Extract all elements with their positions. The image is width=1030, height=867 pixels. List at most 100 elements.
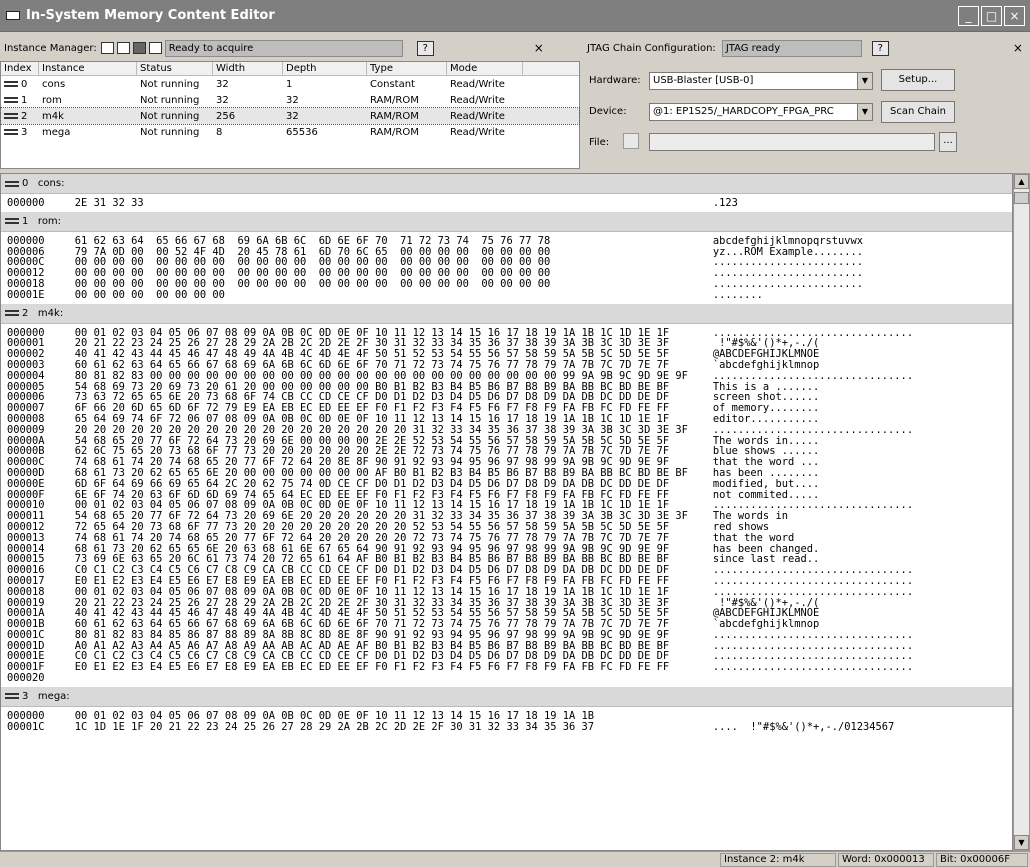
ascii-values[interactable]: [713, 673, 1012, 684]
instance-table-header: Index Instance Status Width Depth Type M…: [1, 62, 579, 76]
column-header[interactable]: Mode: [447, 62, 523, 75]
hex-values[interactable]: E0 E1 E2 E3 E4 E5 E6 E7 E8 E9 EA EB EC E…: [75, 662, 713, 673]
scroll-up-icon[interactable]: ▲: [1014, 174, 1029, 189]
chain-icon: [4, 128, 18, 135]
hex-values[interactable]: 6D 6F 64 69 66 69 65 64 2C 20 62 75 74 0…: [75, 478, 713, 490]
read-icon[interactable]: [100, 42, 114, 54]
app-icon: [6, 11, 20, 20]
hex-line[interactable]: 000020: [7, 673, 1012, 684]
instance-manager-header: Instance Manager: Ready to acquire ? ×: [4, 38, 580, 58]
address: 000004: [7, 369, 45, 382]
hex-values[interactable]: 74 68 61 74 20 74 68 65 20 77 6F 72 64 2…: [75, 532, 713, 544]
column-header[interactable]: Index: [1, 62, 39, 75]
hex-values[interactable]: 80 81 82 83 00 00 00 00 00 00 00 00 00 0…: [75, 370, 713, 382]
ascii-values[interactable]: abcdefghijklmnopqrstuvwx: [713, 235, 1012, 247]
chain-icon: [5, 693, 19, 700]
address: 000000: [7, 234, 45, 247]
row-instance: cons: [42, 78, 66, 90]
row-index: 3: [21, 126, 28, 138]
table-row-selected[interactable]: 2 m4k Not running 256 32 RAM/ROM Read/Wr…: [0, 107, 580, 125]
browse-button[interactable]: ...: [939, 132, 957, 152]
maximize-button[interactable]: □: [981, 6, 1002, 26]
status-bar: Instance 2: m4k Word: 0x000013 Bit: 0x00…: [0, 851, 1030, 867]
status-word: Word: 0x000013: [838, 853, 934, 867]
column-header[interactable]: Depth: [283, 62, 367, 75]
hex-values[interactable]: 1C 1D 1E 1F 20 21 22 23 24 25 26 27 28 2…: [75, 721, 713, 733]
hex-values[interactable]: 00 01 02 03 04 05 06 07 08 09 0A 0B 0C 0…: [75, 586, 713, 598]
ascii-values[interactable]: ................................: [713, 586, 1012, 598]
scan-chain-button[interactable]: Scan Chain: [881, 101, 955, 123]
hex-values[interactable]: 2E 31 32 33: [75, 198, 713, 209]
scroll-down-icon[interactable]: ▼: [1014, 835, 1029, 850]
hex-values[interactable]: 61 62 63 64 65 66 67 68 69 6A 6B 6C 6D 6…: [75, 235, 713, 247]
hex-values[interactable]: 00 00 00 00 00 00 00 00: [75, 289, 713, 301]
table-row[interactable]: 0 cons Not running 32 1 Constant Read/Wr…: [1, 76, 579, 92]
jtag-help-icon[interactable]: ?: [871, 40, 889, 56]
vertical-scrollbar[interactable]: ▲ ▼: [1013, 173, 1030, 851]
hex-values[interactable]: [75, 673, 713, 684]
hex-block[interactable]: 000000 00 01 02 03 04 05 06 07 08 09 0A 0…: [1, 707, 1012, 736]
hex-block[interactable]: 000000 2E 31 32 33.123: [1, 194, 1012, 212]
hex-line[interactable]: 000009 20 20 20 20 20 20 20 20 20 20 20 2…: [7, 424, 1012, 436]
hex-line[interactable]: 000018 00 01 02 03 04 05 06 07 08 09 0A 0…: [7, 586, 1012, 598]
row-index: 0: [21, 78, 28, 90]
file-label: File:: [589, 137, 610, 148]
close-jtag-pane-icon[interactable]: ×: [1013, 41, 1023, 55]
hex-line[interactable]: 00001F E0 E1 E2 E3 E4 E5 E6 E7 E8 E9 EA E…: [7, 662, 1012, 673]
stop-icon[interactable]: [132, 42, 146, 54]
ascii-values[interactable]: modified, but....: [713, 478, 1012, 490]
status-bit: Bit: 0x00006F: [936, 853, 1028, 867]
device-select[interactable]: @1: EP1S25/_HARDCOPY_FPGA_PRC ▼: [649, 103, 873, 121]
row-depth: 32: [286, 94, 299, 106]
ascii-values[interactable]: .123: [713, 198, 1012, 209]
setup-button[interactable]: Setup...: [881, 69, 955, 91]
row-width: 32: [216, 94, 229, 106]
instance-status: Ready to acquire: [164, 39, 403, 57]
hex-line[interactable]: 000004 80 81 82 83 00 00 00 00 00 00 00 0…: [7, 369, 1012, 382]
ascii-values[interactable]: ................................: [713, 662, 1012, 673]
table-row[interactable]: 3 mega Not running 8 65536 RAM/ROM Read/…: [1, 124, 579, 140]
hex-line[interactable]: 000013 74 68 61 74 20 74 68 65 20 77 6F 7…: [7, 532, 1012, 544]
memory-editor[interactable]: 0 cons: 000000 2E 31 32 33.123 1 rom: 000…: [0, 173, 1013, 851]
chevron-down-icon[interactable]: ▼: [857, 104, 872, 120]
continuous-read-icon[interactable]: [116, 42, 130, 54]
table-row[interactable]: 1 rom Not running 32 32 RAM/ROM Read/Wri…: [1, 92, 579, 108]
hex-line[interactable]: 00000E 6D 6F 64 69 66 69 65 64 2C 20 62 7…: [7, 478, 1012, 490]
ascii-values[interactable]: .... !"#$%&'()*+,-./01234567: [713, 721, 1012, 733]
jtag-status: JTAG ready: [721, 39, 862, 57]
scroll-thumb[interactable]: [1014, 192, 1029, 204]
hex-line[interactable]: 000000 61 62 63 64 65 66 67 68 69 6A 6B 6…: [7, 234, 1012, 247]
hex-block[interactable]: 000000 61 62 63 64 65 66 67 68 69 6A 6B 6…: [1, 232, 1012, 304]
section-header[interactable]: 3 mega:: [1, 686, 1012, 707]
ascii-values[interactable]: ........: [713, 289, 1012, 301]
close-instance-pane-icon[interactable]: ×: [534, 41, 544, 55]
column-header[interactable]: Status: [137, 62, 213, 75]
hex-line[interactable]: 000000 2E 31 32 33.123: [7, 198, 1012, 209]
ascii-values[interactable]: ................................: [713, 370, 1012, 382]
hex-line[interactable]: 00001C 1C 1D 1E 1F 20 21 22 23 24 25 26 2…: [7, 721, 1012, 733]
section-header[interactable]: 2 m4k:: [1, 303, 1012, 324]
hardware-select[interactable]: USB-Blaster [USB-0] ▼: [649, 72, 873, 90]
row-type: RAM/ROM: [370, 94, 419, 106]
row-index: 1: [21, 94, 28, 106]
hex-block[interactable]: 000000 00 01 02 03 04 05 06 07 08 09 0A 0…: [1, 324, 1012, 687]
ascii-values[interactable]: ................................: [713, 424, 1012, 436]
close-button[interactable]: ×: [1004, 6, 1025, 26]
column-header[interactable]: Instance: [39, 62, 137, 75]
column-header[interactable]: Width: [213, 62, 283, 75]
file-input[interactable]: [649, 133, 935, 151]
ascii-values[interactable]: that the word: [713, 532, 1012, 544]
chevron-down-icon[interactable]: ▼: [857, 73, 872, 89]
help-icon[interactable]: ?: [416, 40, 434, 56]
section-header[interactable]: 1 rom:: [1, 211, 1012, 232]
hex-line[interactable]: 00001E 00 00 00 00 00 00 00 00........: [7, 289, 1012, 301]
hex-values[interactable]: 20 20 20 20 20 20 20 20 20 20 20 20 20 2…: [75, 424, 713, 436]
column-header[interactable]: Type: [367, 62, 447, 75]
section-header[interactable]: 0 cons:: [1, 174, 1012, 194]
section-index: 1: [22, 215, 29, 227]
write-icon[interactable]: [148, 42, 162, 54]
minimize-button[interactable]: _: [958, 6, 979, 26]
section-name: m4k:: [37, 307, 64, 319]
row-depth: 65536: [286, 126, 318, 138]
row-mode: Read/Write: [450, 78, 505, 90]
